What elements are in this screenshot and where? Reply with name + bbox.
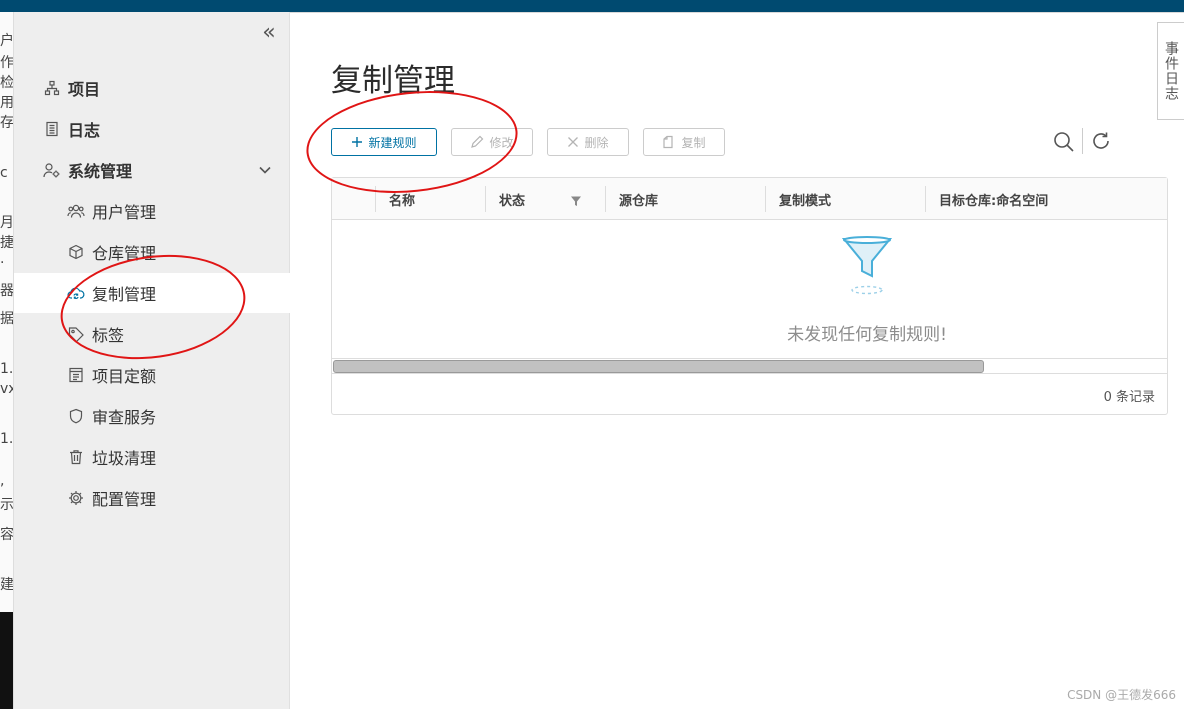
column-divider	[925, 186, 926, 212]
gear-icon	[66, 488, 86, 508]
copy-icon	[662, 135, 676, 149]
column-target-namespace[interactable]: 目标仓库:命名空间	[939, 178, 1048, 220]
trash-icon	[66, 447, 86, 467]
horizontal-scrollbar[interactable]	[332, 358, 1167, 374]
sidebar-item-label: 审查服务	[92, 408, 157, 427]
column-divider	[485, 186, 486, 212]
sidebar-item-label: 用户管理	[92, 203, 157, 222]
chevron-down-icon[interactable]	[256, 161, 274, 179]
watermark: CSDN @王德发666	[1067, 688, 1176, 702]
copy-button[interactable]: 复制	[643, 128, 725, 156]
sidebar-item-label: 项目定额	[92, 367, 157, 386]
box-icon	[66, 242, 86, 262]
empty-state-message: 未发现任何复制规则!	[787, 325, 947, 345]
scrollbar-thumb[interactable]	[333, 360, 984, 373]
table-header: 名称 状态 源仓库 复制模式 目标仓库:命名空间	[332, 178, 1167, 220]
log-icon	[42, 119, 62, 139]
event-log-tab[interactable]: 事件日志	[1157, 22, 1184, 120]
record-count: 0 条记录	[1103, 390, 1155, 405]
background-window-strip: 户作检用存 c 月捷 · 器据 1. vx 1., 示容建	[0, 12, 14, 709]
sidebar-item-label: 系统管理	[68, 162, 133, 181]
background-text-fragment: 示	[0, 497, 14, 513]
delete-button[interactable]: 删除	[547, 128, 629, 156]
background-text-fragment: 捷	[0, 235, 14, 251]
column-divider	[605, 186, 606, 212]
users-icon	[66, 201, 86, 221]
shield-icon	[66, 406, 86, 426]
event-log-label: 事件日志	[1163, 41, 1179, 101]
sidebar-item-configuration[interactable]: 配置管理	[14, 478, 290, 518]
column-source-repo[interactable]: 源仓库	[619, 178, 658, 220]
copy-label: 复制	[681, 135, 706, 150]
search-icon[interactable]	[1052, 130, 1076, 154]
collapse-sidebar-button[interactable]: «	[259, 22, 279, 44]
column-status[interactable]: 状态	[499, 178, 525, 220]
sidebar-item-garbage-collection[interactable]: 垃圾清理	[14, 437, 290, 477]
sidebar-item-project-quotas[interactable]: 项目定额	[14, 355, 290, 395]
sidebar-item-label: 垃圾清理	[92, 449, 157, 468]
filter-icon[interactable]	[570, 195, 582, 207]
background-text-fragment: 月	[0, 215, 14, 231]
background-text-fragment: 存	[0, 115, 14, 131]
background-text-fragment: vx	[0, 381, 13, 397]
sidebar-item-label: 配置管理	[92, 490, 157, 509]
sidebar-item-label: 日志	[68, 121, 101, 140]
sidebar-item-system-admin[interactable]: 系统管理	[14, 150, 290, 190]
system-admin-icon	[42, 160, 62, 180]
background-text-fragment: 1.	[0, 361, 14, 377]
background-dark-panel	[0, 612, 13, 709]
sidebar-item-logs[interactable]: 日志	[14, 109, 290, 149]
sidebar-item-user-management[interactable]: 用户管理	[14, 191, 290, 231]
column-divider	[765, 186, 766, 212]
sidebar-item-label: 项目	[68, 80, 101, 99]
empty-filter-icon	[841, 236, 893, 295]
top-header-bar	[0, 0, 1184, 12]
sidebar-item-project[interactable]: 项目	[14, 68, 290, 108]
background-text-fragment: 检	[0, 75, 14, 91]
background-text-fragment: 建	[0, 577, 14, 593]
background-text-fragment: 作	[0, 55, 14, 71]
background-text-fragment: 据	[0, 311, 14, 327]
background-text-fragment: 用	[0, 95, 14, 111]
background-text-fragment: 1.	[0, 431, 14, 447]
background-text-fragment: 容	[0, 527, 14, 543]
toolbar-divider	[1082, 128, 1083, 154]
quota-icon	[66, 365, 86, 385]
background-text-fragment: c	[0, 165, 8, 181]
delete-label: 删除	[584, 135, 609, 150]
close-icon	[567, 136, 579, 148]
column-replication-mode[interactable]: 复制模式	[779, 178, 831, 220]
sidebar: « 项目 日志 系统管理 用户管理 仓库管理 复制管理 标签 项目定额 审查服务…	[14, 12, 290, 709]
refresh-icon[interactable]	[1090, 130, 1112, 152]
project-icon	[42, 78, 62, 98]
sidebar-item-interrogation-services[interactable]: 审查服务	[14, 396, 290, 436]
background-text-fragment: ,	[0, 473, 5, 489]
background-text-fragment: 户	[0, 33, 14, 49]
replication-rules-table: 名称 状态 源仓库 复制模式 目标仓库:命名空间 未发现任何复制规则! 0 条记…	[331, 177, 1168, 415]
background-text-fragment: ·	[0, 255, 5, 271]
background-text-fragment: 器	[0, 283, 14, 299]
